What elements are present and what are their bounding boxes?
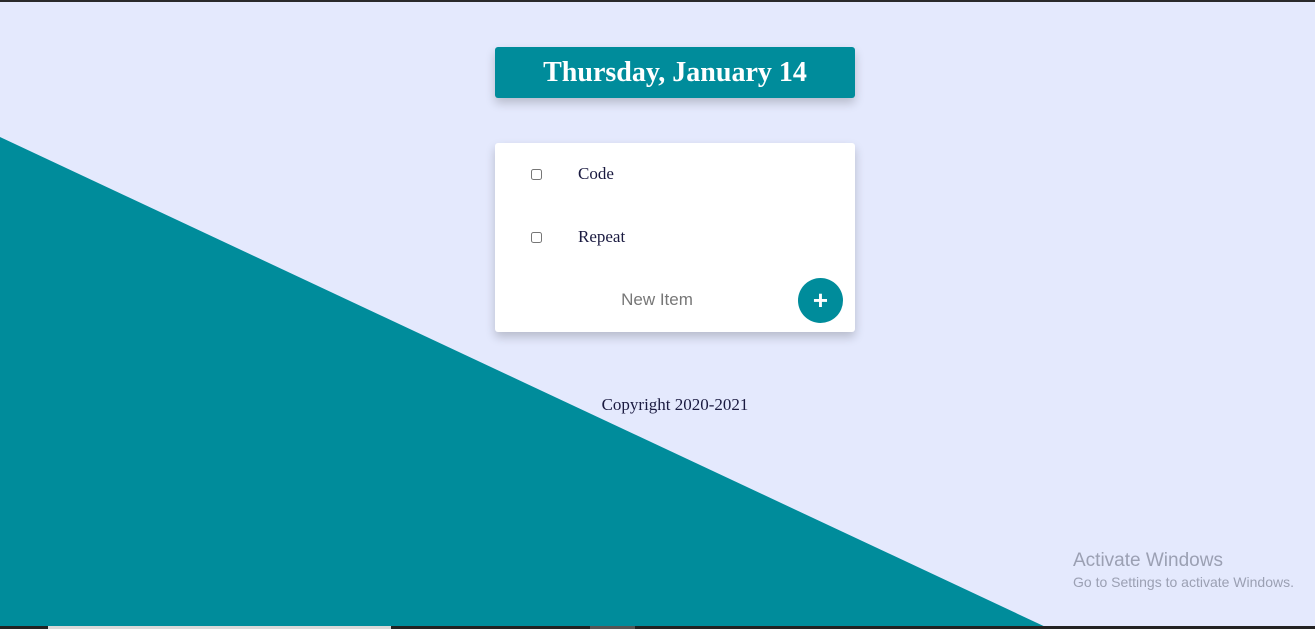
todo-item-checkbox[interactable] <box>531 168 542 180</box>
new-item-input[interactable] <box>555 284 759 316</box>
todo-item: Code <box>495 154 855 194</box>
todo-item-label: Code <box>578 164 614 183</box>
todo-item: Repeat <box>495 217 855 257</box>
activate-windows-watermark: Activate Windows Go to Settings to activ… <box>1073 550 1294 592</box>
date-heading: Thursday, January 14 <box>543 56 807 88</box>
todo-item-label: Repeat <box>578 227 626 246</box>
footer-copyright: Copyright 2020-2021 <box>0 395 1315 415</box>
add-item-button[interactable]: + <box>798 278 843 323</box>
watermark-title: Activate Windows <box>1073 550 1223 571</box>
todo-item-checkbox[interactable] <box>531 231 542 243</box>
plus-icon: + <box>812 285 829 315</box>
copyright-text: Copyright 2020-2021 <box>601 395 749 414</box>
todo-card: Code Repeat + <box>495 143 855 332</box>
date-heading-box: Thursday, January 14 <box>495 47 855 98</box>
watermark-subtitle: Go to Settings to activate Windows. <box>1073 574 1294 590</box>
